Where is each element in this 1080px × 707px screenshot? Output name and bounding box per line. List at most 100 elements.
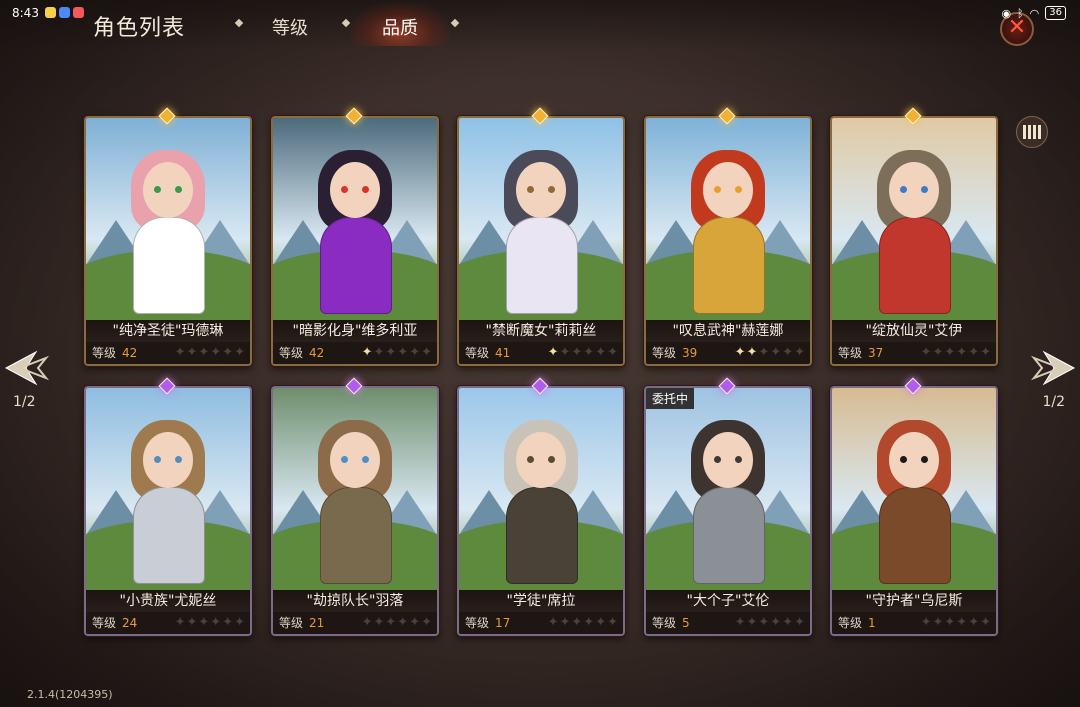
app-notification-icon	[45, 7, 56, 18]
eye-icon: ◉	[1001, 6, 1012, 20]
character-portrait	[273, 388, 437, 590]
level-row: 等级 42 ✦✦✦✦✦✦	[86, 342, 250, 364]
star-icon: ✦	[198, 345, 211, 360]
star-icon: ✦	[770, 345, 783, 360]
level-label: 等级	[652, 346, 677, 360]
star-icon: ✦	[968, 615, 981, 630]
level-label: 等级	[92, 616, 117, 630]
star-icon: ✦	[794, 615, 806, 630]
star-icon: ✦	[198, 615, 211, 630]
level-row: 等级 21 ✦✦✦✦✦✦	[273, 612, 437, 634]
character-name: "劫掠队长"羽落	[273, 590, 437, 612]
star-rating: ✦✦✦✦✦✦	[548, 612, 619, 634]
character-card[interactable]: "叹息武神"赫莲娜 等级 39 ✦✦✦✦✦✦	[644, 116, 812, 366]
star-icon: ✦	[956, 345, 969, 360]
character-portrait	[646, 388, 810, 590]
star-icon: ✦	[210, 615, 223, 630]
status-bar: 8:43 ◉ ᛒ ◠ 36	[0, 0, 1080, 26]
star-icon: ✦	[234, 615, 246, 630]
star-icon: ✦	[956, 615, 969, 630]
character-portrait	[459, 118, 623, 320]
character-grid: "纯净圣徒"玛德琳 等级 42 ✦✦✦✦✦✦ "暗影化身"维多利亚 等级 42 ✦✦✦✦✦✦ "…	[84, 107, 998, 636]
star-icon: ✦	[746, 345, 759, 360]
star-icon: ✦	[409, 615, 422, 630]
star-icon: ✦	[174, 615, 187, 630]
character-card[interactable]: "绽放仙灵"艾伊 等级 37 ✦✦✦✦✦✦	[830, 116, 998, 366]
star-icon: ✦	[361, 345, 374, 360]
app-notification-icon	[73, 7, 84, 18]
character-name: "叹息武神"赫莲娜	[646, 320, 810, 342]
star-icon: ✦	[770, 615, 783, 630]
character-card[interactable]: "暗影化身"维多利亚 等级 42 ✦✦✦✦✦✦	[271, 116, 439, 366]
level-value: 42	[122, 346, 138, 360]
level-row: 等级 24 ✦✦✦✦✦✦	[86, 612, 250, 634]
star-rating: ✦✦✦✦✦✦	[921, 612, 992, 634]
star-icon: ✦	[782, 615, 795, 630]
character-card[interactable]: "小贵族"尤妮丝 等级 24 ✦✦✦✦✦✦	[84, 386, 252, 636]
character-name: "大个子"艾伦	[646, 590, 810, 612]
star-icon: ✦	[980, 345, 992, 360]
star-icon: ✦	[547, 615, 560, 630]
character-name: "暗影化身"维多利亚	[273, 320, 437, 342]
star-icon: ✦	[595, 615, 608, 630]
star-icon: ✦	[571, 345, 584, 360]
star-icon: ✦	[968, 345, 981, 360]
star-icon: ✦	[583, 615, 596, 630]
character-card[interactable]: 委托中 "大个子"艾伦 等级 5 ✦✦✦✦✦✦	[644, 386, 812, 636]
character-card[interactable]: "纯净圣徒"玛德琳 等级 42 ✦✦✦✦✦✦	[84, 116, 252, 366]
star-icon: ✦	[559, 615, 572, 630]
star-icon: ✦	[944, 615, 957, 630]
star-icon: ✦	[186, 345, 199, 360]
level-row: 等级 37 ✦✦✦✦✦✦	[832, 342, 996, 364]
level-row: 等级 42 ✦✦✦✦✦✦	[273, 342, 437, 364]
level-value: 39	[682, 346, 698, 360]
character-name: "纯净圣徒"玛德琳	[86, 320, 250, 342]
level-label: 等级	[92, 346, 117, 360]
prev-page-arrow-icon[interactable]	[2, 348, 50, 388]
star-icon: ✦	[734, 345, 747, 360]
character-card[interactable]: "禁断魔女"莉莉丝 等级 41 ✦✦✦✦✦✦	[457, 116, 625, 366]
wifi-icon: ◠	[1029, 6, 1040, 20]
star-rating: ✦✦✦✦✦✦	[735, 612, 806, 634]
battery-icon: 36	[1045, 6, 1066, 20]
character-card[interactable]: "学徒"席拉 等级 17 ✦✦✦✦✦✦	[457, 386, 625, 636]
star-icon: ✦	[222, 345, 235, 360]
star-icon: ✦	[421, 345, 433, 360]
star-icon: ✦	[920, 345, 933, 360]
level-label: 等级	[465, 346, 490, 360]
level-label: 等级	[838, 616, 863, 630]
level-value: 21	[309, 616, 325, 630]
level-value: 41	[495, 346, 511, 360]
star-icon: ✦	[746, 615, 759, 630]
version-label: 2.1.4(1204395)	[27, 688, 113, 701]
character-portrait	[832, 388, 996, 590]
character-card[interactable]: "守护者"乌尼斯 等级 1 ✦✦✦✦✦✦	[830, 386, 998, 636]
star-rating: ✦✦✦✦✦✦	[362, 612, 433, 634]
level-label: 等级	[279, 346, 304, 360]
star-icon: ✦	[373, 615, 386, 630]
system-icons: ◉ ᛒ ◠ 36	[1001, 6, 1066, 20]
level-value: 17	[495, 616, 511, 630]
star-icon: ✦	[583, 345, 596, 360]
star-icon: ✦	[373, 345, 386, 360]
star-icon: ✦	[607, 345, 619, 360]
star-icon: ✦	[222, 615, 235, 630]
character-portrait	[273, 118, 437, 320]
level-label: 等级	[838, 346, 863, 360]
star-icon: ✦	[174, 345, 187, 360]
next-page-arrow-icon[interactable]	[1030, 348, 1078, 388]
star-icon: ✦	[932, 345, 945, 360]
star-icon: ✦	[607, 615, 619, 630]
star-rating: ✦✦✦✦✦✦	[175, 612, 246, 634]
star-icon: ✦	[980, 615, 992, 630]
character-card[interactable]: "劫掠队长"羽落 等级 21 ✦✦✦✦✦✦	[271, 386, 439, 636]
star-icon: ✦	[547, 345, 560, 360]
level-row: 等级 41 ✦✦✦✦✦✦	[459, 342, 623, 364]
star-icon: ✦	[932, 615, 945, 630]
menu-icon[interactable]	[1016, 116, 1048, 148]
star-icon: ✦	[782, 345, 795, 360]
character-portrait	[86, 118, 250, 320]
level-row: 等级 17 ✦✦✦✦✦✦	[459, 612, 623, 634]
star-rating: ✦✦✦✦✦✦	[362, 342, 433, 364]
level-value: 37	[868, 346, 884, 360]
